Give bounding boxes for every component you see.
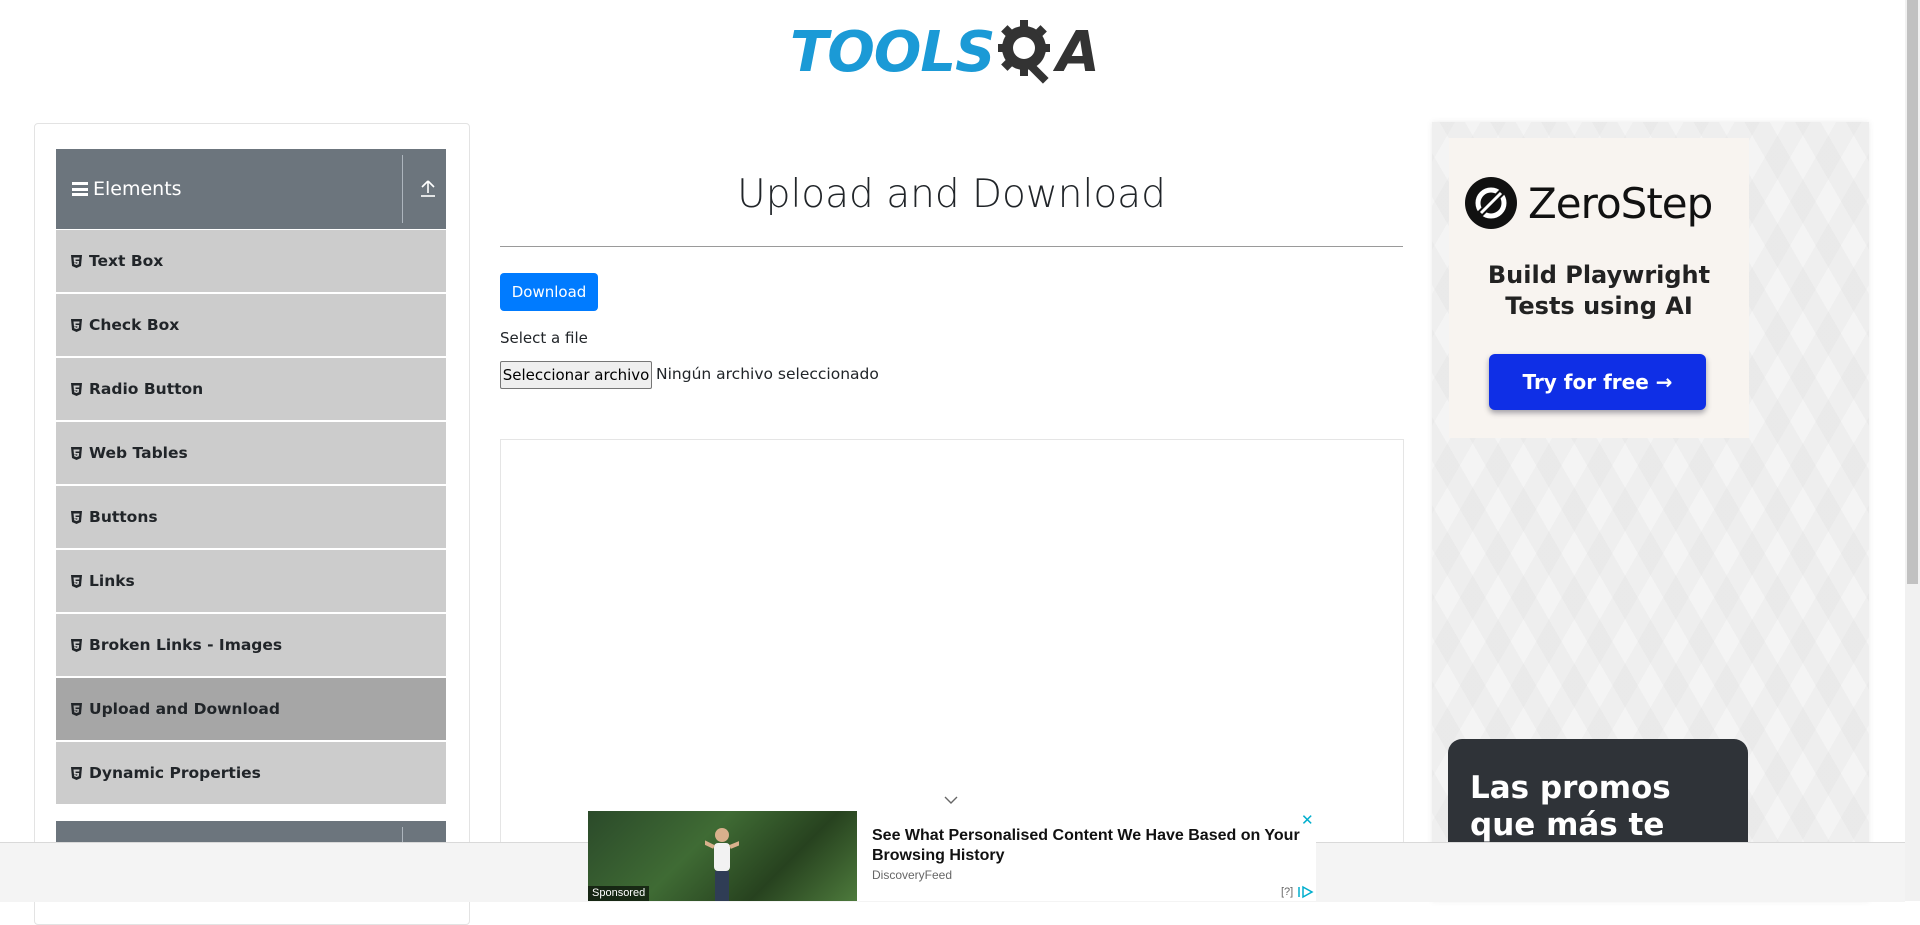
sidebar-item-web-tables[interactable]: Web Tables — [56, 422, 446, 484]
download-button[interactable]: Download — [500, 273, 598, 311]
title-divider — [500, 246, 1403, 247]
logo-tools-text: TOOLS — [790, 19, 995, 85]
try-for-free-button[interactable]: Try for free → — [1489, 354, 1706, 410]
file-status-text: Ningún archivo seleccionado — [656, 365, 879, 383]
sponsored-badge: Sponsored — [588, 886, 650, 901]
ad-headline[interactable]: See What Personalised Content We Have Ba… — [872, 826, 1312, 866]
scrollbar-thumb[interactable] — [1907, 0, 1918, 584]
sidebar-item-label: Buttons — [89, 508, 158, 526]
zerostep-logo: ZeroStep — [1464, 176, 1713, 230]
html5-icon — [71, 318, 82, 332]
sidebar-item-broken-links[interactable]: Broken Links - Images — [56, 614, 446, 676]
sidebar-item-check-box[interactable]: Check Box — [56, 294, 446, 356]
zerostep-icon — [1465, 177, 1517, 229]
elements-menu: Text Box Check Box Radio Button Web Tabl… — [56, 230, 446, 806]
ad-source: DiscoveryFeed — [872, 868, 953, 882]
html5-icon — [71, 382, 82, 396]
sidebar-item-label: Check Box — [89, 316, 180, 334]
elements-group-header[interactable]: Elements — [56, 149, 446, 229]
sidebar-item-radio-button[interactable]: Radio Button — [56, 358, 446, 420]
sidebar-item-label: Web Tables — [89, 444, 188, 462]
person-jumping-image — [705, 828, 739, 901]
html5-icon — [71, 254, 82, 268]
adchoices-icon[interactable] — [1298, 885, 1314, 899]
elements-group-title: Elements — [93, 178, 182, 200]
html5-icon — [71, 702, 82, 716]
zerostep-tagline: Build Playwright Tests using AI — [1487, 261, 1711, 320]
sidebar-item-label: Dynamic Properties — [89, 764, 261, 782]
zerostep-name: ZeroStep — [1528, 178, 1713, 228]
sidebar-item-label: Radio Button — [89, 380, 204, 398]
page-title: Upload and Download — [737, 172, 1166, 217]
sidebar-item-dynamic-properties[interactable]: Dynamic Properties — [56, 742, 446, 804]
gear-magnifier-icon — [998, 20, 1051, 84]
close-icon[interactable]: ✕ — [1301, 811, 1314, 829]
header-divider — [402, 155, 403, 223]
sidebar-item-links[interactable]: Links — [56, 550, 446, 612]
html5-icon — [71, 766, 82, 780]
sidebar-item-buttons[interactable]: Buttons — [56, 486, 446, 548]
bars-icon — [72, 182, 88, 196]
upload-arrow-icon[interactable] — [418, 177, 438, 201]
html5-icon — [71, 638, 82, 652]
choose-file-button[interactable]: Seleccionar archivo — [500, 361, 652, 389]
sidebar-item-label: Broken Links - Images — [89, 636, 283, 654]
sidebar-item-text-box[interactable]: Text Box — [56, 230, 446, 292]
ad-help-link[interactable]: [?] — [1281, 886, 1293, 898]
sidebar-item-label: Upload and Download — [89, 700, 280, 718]
html5-icon — [71, 510, 82, 524]
html5-icon — [71, 446, 82, 460]
sidebar-item-label: Links — [89, 572, 135, 590]
sidebar-item-upload-and-download[interactable]: Upload and Download — [56, 678, 446, 740]
select-file-label: Select a file — [500, 329, 588, 347]
chevron-down-icon[interactable] — [944, 795, 958, 805]
toolsqa-logo[interactable]: TOOLS A — [790, 14, 1120, 90]
logo-a-text: A — [1056, 19, 1099, 85]
html5-icon — [71, 574, 82, 588]
sidebar-item-label: Text Box — [89, 252, 164, 270]
